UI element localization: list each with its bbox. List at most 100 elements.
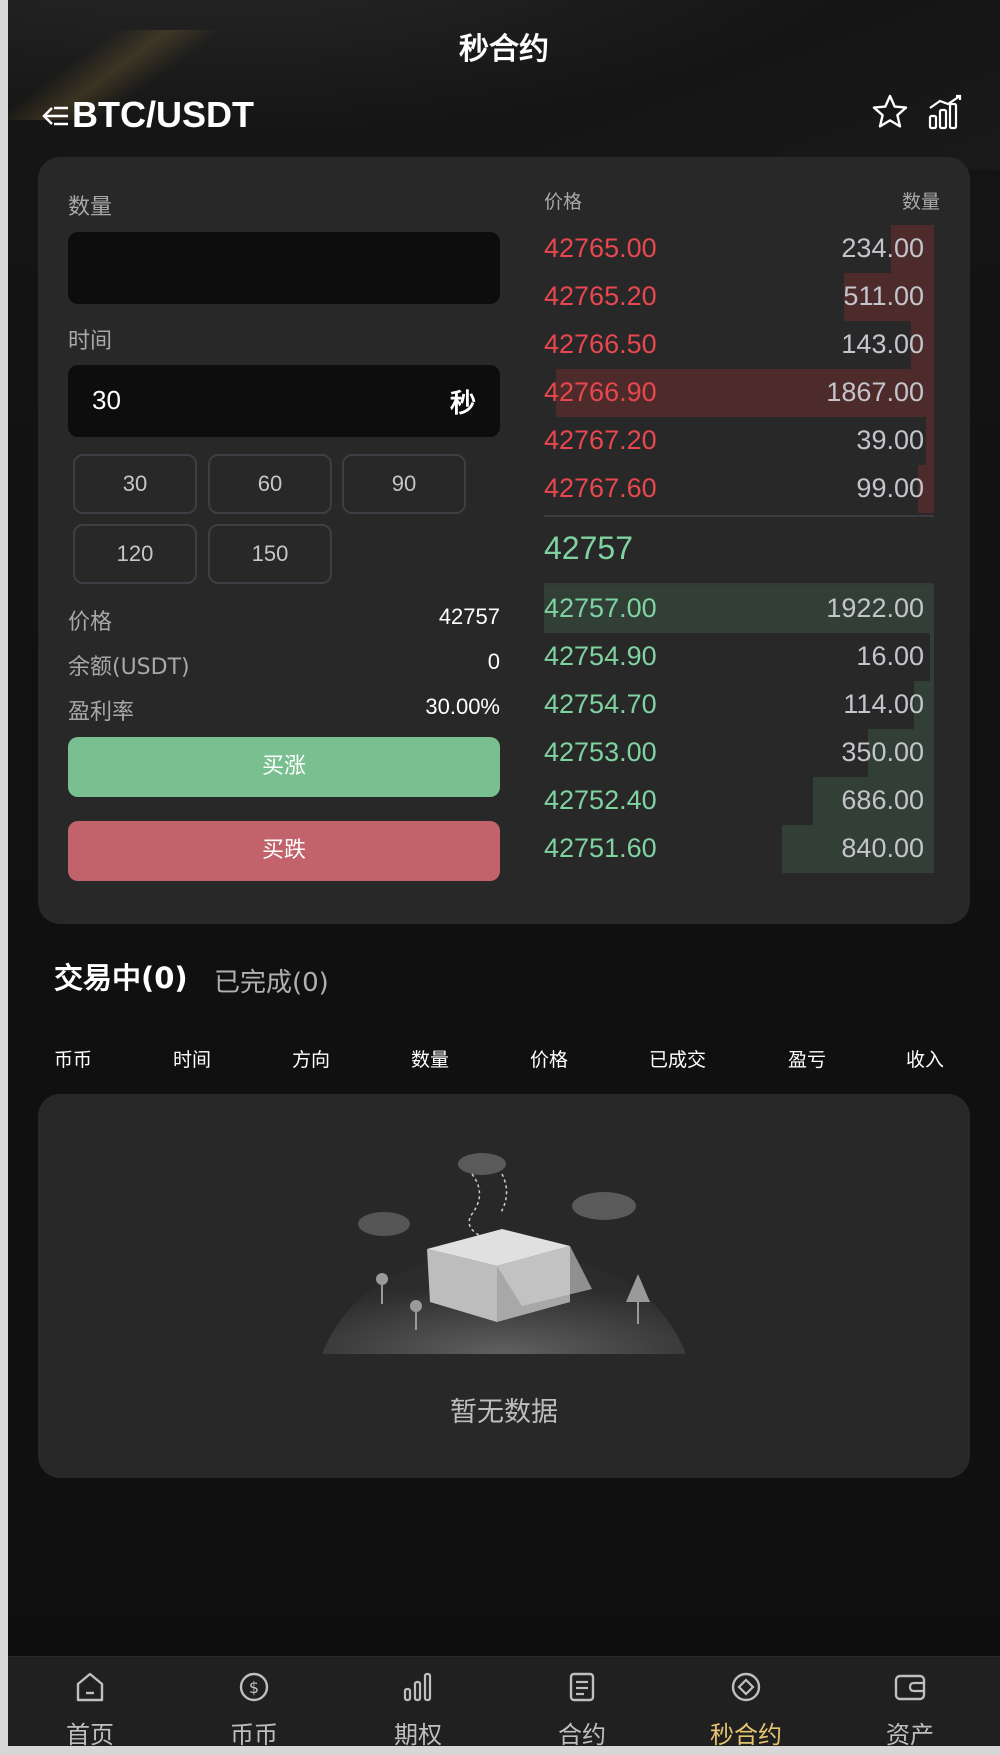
col-filled: 已成交 [649,1049,707,1071]
bottom-bezel [8,1746,1000,1755]
coin-icon: $ [239,1672,269,1702]
orderbook-bid-row[interactable]: 42754.70 114.00 [544,681,934,729]
trade-panel: 数量 时间 30 秒 30 60 90 120 150 价格 42757 余额(… [38,157,970,924]
app-root: 秒合约 BTC/USDT 数量 时间 30 秒 30 60 90 120 150… [8,0,1000,1755]
orderbook-price: 42765.20 [544,281,657,311]
col-direction: 方向 [292,1049,331,1071]
time-option-60[interactable]: 60 [208,454,332,514]
orderbook-price: 42753.00 [544,737,657,767]
orderbook-price: 42751.60 [544,833,657,863]
bars-icon [403,1672,432,1702]
back-icon[interactable] [40,100,72,132]
nav-item-home[interactable]: 首页 [8,1657,172,1755]
nav-item-options[interactable]: 期权 [336,1657,500,1755]
nav-label-options: 期权 [394,1721,442,1749]
time-unit: 秒 [449,389,476,419]
balance-value: 0 [487,649,500,674]
quantity-input[interactable] [68,232,500,304]
orderbook-ask-row[interactable]: 42765.20 511.00 [544,273,934,321]
col-time: 时间 [173,1049,212,1071]
orderbook-price: 42767.60 [544,473,657,503]
orderbook-qty: 99.00 [856,473,924,503]
nav-label-contract: 合约 [558,1721,606,1749]
price-value: 42757 [438,604,500,629]
orderbook-qty: 16.00 [856,641,924,671]
orderbook-ask-row[interactable]: 42767.60 99.00 [544,465,934,513]
home-icon [76,1672,104,1702]
wallet-icon [894,1674,926,1701]
profit-rate-value: 30.00% [425,694,500,719]
chart-icon[interactable] [926,92,966,132]
col-pnl: 盈亏 [788,1049,827,1071]
orderbook-ask-row[interactable]: 42766.90 1867.00 [544,369,934,417]
nav-label-coin: 币币 [230,1721,278,1749]
orderbook-price: 42757.00 [544,593,657,623]
quantity-label: 数量 [68,195,113,220]
buy-down-button[interactable]: 买跌 [68,821,500,881]
profit-rate-label: 盈利率 [68,700,135,725]
orderbook-qty: 840.00 [841,833,924,863]
time-value: 30 [92,385,121,415]
orderbook-price: 42765.00 [544,233,657,263]
empty-text: 暂无数据 [450,1397,558,1428]
orderbook-price: 42766.90 [544,377,657,407]
orderbook-ask-row[interactable]: 42765.00 234.00 [544,225,934,273]
page-title: 秒合约 [459,32,549,67]
orderbook-qty: 234.00 [841,233,924,263]
orderbook-qty: 39.00 [856,425,924,455]
nav-label-second-contract: 秒合约 [710,1721,782,1749]
orderbook-price: 42752.40 [544,785,657,815]
orderbook-qty: 114.00 [843,689,924,719]
nav-label-home: 首页 [66,1721,114,1749]
orderbook-bid-row[interactable]: 42752.40 686.00 [544,777,934,825]
nav-item-assets[interactable]: 资产 [828,1657,992,1755]
orderbook-ask-row[interactable]: 42766.50 143.00 [544,321,934,369]
orderbook-qty: 511.00 [843,281,924,311]
diamond-icon [731,1672,761,1702]
empty-box-illustration [322,1153,686,1354]
nav-label-assets: 资产 [886,1721,934,1749]
orderbook-qty: 1867.00 [826,377,924,407]
orderbook-bid-row[interactable]: 42757.00 1922.00 [544,585,934,633]
time-option-150[interactable]: 150 [208,524,332,584]
orderbook-qty: 686.00 [841,785,924,815]
orderbook-price-header: 价格 [544,191,583,213]
time-option-30[interactable]: 30 [73,454,197,514]
col-price: 价格 [530,1049,569,1071]
pair-name[interactable]: BTC/USDT [72,94,254,136]
time-label: 时间 [68,329,113,354]
orderbook-last-price: 42757 [544,530,633,566]
balance-label: 余额(USDT) [68,655,190,680]
nav-item-contract[interactable]: 合约 [500,1657,664,1755]
star-icon[interactable] [870,92,910,132]
orderbook-qty-header: 数量 [901,191,940,213]
depth-bar [930,633,934,681]
tab-trading[interactable]: 交易中(0) [54,955,188,997]
orderbook-bid-row[interactable]: 42751.60 840.00 [544,825,934,873]
orderbook-qty: 143.00 [841,329,924,359]
tab-completed[interactable]: 已完成(0) [214,962,329,999]
orderbook-price: 42766.50 [544,329,657,359]
nav-item-second-contract[interactable]: 秒合约 [664,1657,828,1755]
orderbook-price: 42767.20 [544,425,657,455]
price-label: 价格 [68,610,113,635]
nav-item-coin[interactable]: $ 币币 [172,1657,336,1755]
depth-bar [926,417,934,465]
orderbook-bid-row[interactable]: 42754.90 16.00 [544,633,934,681]
col-coin: 币币 [54,1049,93,1071]
buy-up-button[interactable]: 买涨 [68,737,500,797]
orderbook-qty: 350.00 [841,737,924,767]
orders-empty-card: 暂无数据 [38,1094,970,1478]
orderbook-bid-row[interactable]: 42753.00 350.00 [544,729,934,777]
orderbook-qty: 1922.00 [826,593,924,623]
svg-text:$: $ [249,1678,259,1697]
time-option-120[interactable]: 120 [73,524,197,584]
col-quantity: 数量 [411,1049,450,1071]
time-option-90[interactable]: 90 [342,454,466,514]
bottom-nav: 首页 $ 币币 期权 合约 秒合约 资产 [8,1656,1000,1755]
orderbook-ask-row[interactable]: 42767.20 39.00 [544,417,934,465]
orderbook-price: 42754.90 [544,641,657,671]
time-input[interactable]: 30 秒 [68,365,500,437]
col-income: 收入 [906,1049,945,1071]
orderbook-price: 42754.70 [544,689,657,719]
